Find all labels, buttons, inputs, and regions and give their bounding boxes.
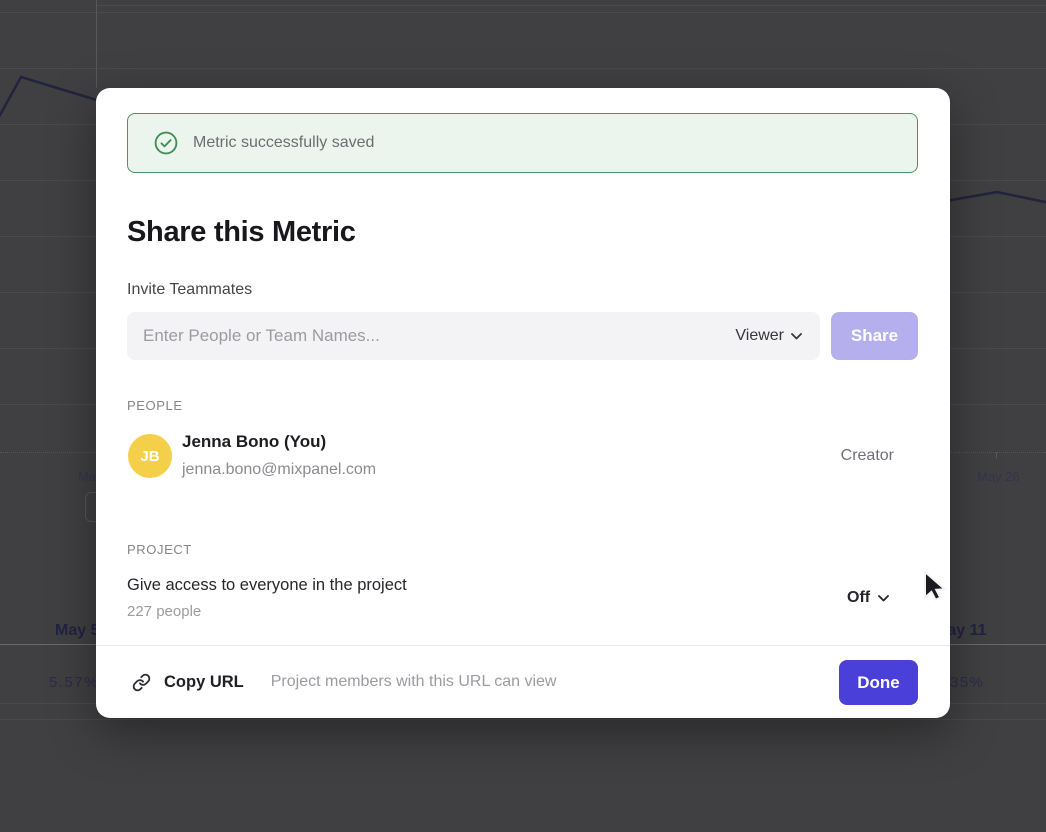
modal-footer: Copy URL Project members with this URL c… bbox=[96, 645, 950, 718]
invite-teammates-label: Invite Teammates bbox=[127, 281, 252, 299]
table-cell-value: 35% bbox=[950, 674, 985, 691]
link-icon bbox=[132, 673, 151, 692]
modal-title: Share this Metric bbox=[127, 216, 356, 249]
share-button[interactable]: Share bbox=[831, 312, 918, 360]
axis-tick bbox=[996, 452, 997, 458]
project-section-label: PROJECT bbox=[127, 542, 192, 557]
chevron-down-icon bbox=[878, 595, 889, 602]
copy-url-button[interactable]: Copy URL bbox=[132, 673, 244, 692]
avatar: JB bbox=[128, 434, 172, 478]
table-cell-value: 5.57% bbox=[49, 674, 99, 691]
role-dropdown[interactable]: Viewer bbox=[727, 327, 820, 345]
table-column-header: May 5 bbox=[55, 622, 99, 640]
copy-url-label: Copy URL bbox=[164, 673, 244, 692]
project-access-value: Off bbox=[847, 589, 870, 607]
screen: Ma May 26 May 5 May 11 5.57% 35% Metric … bbox=[0, 0, 1046, 832]
project-people-count: 227 people bbox=[127, 603, 201, 620]
x-axis-label: May 26 bbox=[977, 469, 1020, 484]
copy-url-hint: Project members with this URL can view bbox=[271, 673, 557, 691]
table-row-divider bbox=[0, 719, 1046, 720]
invite-input-container: Viewer bbox=[127, 312, 820, 360]
project-access-dropdown[interactable]: Off bbox=[847, 589, 889, 607]
role-dropdown-value: Viewer bbox=[735, 327, 784, 345]
person-email: jenna.bono@mixpanel.com bbox=[182, 461, 376, 479]
people-section-label: PEOPLE bbox=[127, 398, 183, 413]
share-modal: Metric successfully saved Share this Met… bbox=[96, 88, 950, 718]
chevron-down-icon bbox=[791, 333, 802, 340]
invite-people-input[interactable] bbox=[127, 312, 727, 360]
project-access-title: Give access to everyone in the project bbox=[127, 576, 407, 595]
person-role: Creator bbox=[841, 447, 894, 465]
person-name: Jenna Bono (You) bbox=[182, 432, 326, 452]
done-button[interactable]: Done bbox=[839, 660, 918, 705]
success-banner: Metric successfully saved bbox=[127, 113, 918, 173]
success-banner-message: Metric successfully saved bbox=[193, 134, 374, 152]
mouse-cursor bbox=[924, 571, 952, 601]
x-axis-label: Ma bbox=[78, 469, 96, 484]
check-circle-icon bbox=[153, 130, 179, 156]
